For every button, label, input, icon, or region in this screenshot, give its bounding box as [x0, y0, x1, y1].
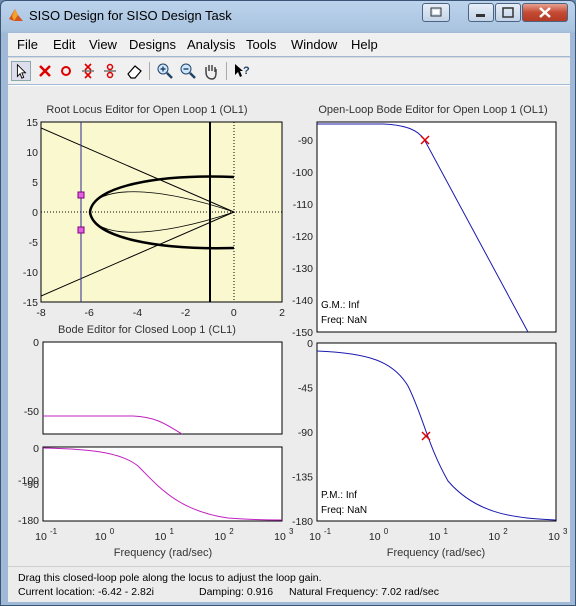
freq-tick-exponent: 2 — [229, 527, 234, 536]
x-tick-label: 0 — [231, 307, 237, 319]
title-bar: SISO Design for SISO Design Task — [1, 1, 575, 31]
main-window: SISO Design for SISO Design Task File Ed… — [0, 0, 576, 606]
closed-loop-pole[interactable] — [77, 191, 85, 199]
zoom-in-icon[interactable] — [155, 61, 175, 81]
add-zero-icon[interactable] — [79, 61, 99, 81]
ol-bode-title: Open-Loop Bode Editor for Open Loop 1 (O… — [318, 104, 547, 116]
add-pole-icon[interactable] — [56, 61, 76, 81]
minimize-icon[interactable] — [468, 3, 494, 22]
restore-icon[interactable] — [422, 3, 450, 22]
delete-icon[interactable] — [35, 61, 55, 81]
menu-help[interactable]: Help — [351, 37, 378, 52]
freq-tick-exponent: 3 — [563, 527, 568, 536]
x-tick-label: -2 — [181, 307, 190, 319]
freq-tick-exponent: 2 — [503, 527, 508, 536]
y-tick-label: -45 — [298, 383, 313, 395]
y-tick-label: -50 — [24, 406, 39, 418]
y-tick-label: -120 — [292, 231, 313, 243]
menu-file[interactable]: File — [17, 37, 38, 52]
y-tick-label: -130 — [292, 263, 313, 275]
freq-tick-exponent: 0 — [110, 527, 115, 536]
status-location: Current location: -6.42 - 2.82i — [18, 586, 154, 598]
cl-magnitude-axes[interactable] — [42, 341, 283, 435]
freq-tick-label: 10 — [274, 531, 286, 543]
freq-tick-label: 10 — [309, 531, 321, 543]
freq-tick-exponent: 1 — [170, 527, 175, 536]
status-hint: Drag this closed-loop pole along the loc… — [18, 572, 322, 584]
menu-view[interactable]: View — [89, 37, 117, 52]
freq-tick-label: 10 — [95, 531, 107, 543]
freq-tick-label: 10 — [35, 531, 47, 543]
y-tick-label: 10 — [26, 147, 38, 159]
status-natural-frequency: Natural Frequency: 7.02 rad/sec — [289, 586, 439, 598]
y-tick-label: -180 — [18, 515, 39, 527]
close-icon[interactable] — [522, 3, 568, 22]
menu-edit[interactable]: Edit — [53, 37, 75, 52]
y-tick-label: -110 — [293, 199, 313, 211]
phase-margin-freq: Freq: NaN — [321, 505, 367, 516]
cl-freq-label: Frequency (rad/sec) — [114, 547, 212, 559]
x-tick-label: 2 — [279, 307, 285, 319]
editor-plots: Root Locus Editor for Open Loop 1 (OL1) … — [18, 104, 568, 559]
y-tick-label: 0 — [33, 337, 39, 349]
freq-tick-exponent: 1 — [444, 527, 449, 536]
freq-tick-exponent: 0 — [384, 527, 389, 536]
freq-tick-exponent: -1 — [324, 527, 332, 536]
matlab-icon — [9, 9, 23, 21]
y-tick-label: 0 — [33, 443, 39, 455]
plot-area: Root Locus Editor for Open Loop 1 (OL1) … — [8, 85, 570, 566]
freq-tick-label: 10 — [429, 531, 441, 543]
y-tick-label: -135 — [292, 472, 313, 484]
freq-tick-exponent: -1 — [50, 527, 58, 536]
add-complex-pole-icon[interactable] — [101, 61, 121, 81]
freq-tick-exponent: 3 — [289, 527, 294, 536]
y-tick-label: 0 — [307, 338, 313, 350]
window-title: SISO Design for SISO Design Task — [29, 8, 232, 23]
menu-designs[interactable]: Designs — [129, 37, 176, 52]
zoom-out-icon[interactable] — [178, 61, 198, 81]
x-tick-label: -4 — [133, 307, 142, 319]
toolbar-separator — [149, 62, 150, 80]
y-tick-label: -5 — [29, 237, 38, 249]
eraser-icon[interactable] — [124, 61, 144, 81]
menu-analysis[interactable]: Analysis — [187, 37, 235, 52]
maximize-icon[interactable] — [495, 3, 521, 22]
status-damping: Damping: 0.916 — [199, 586, 274, 598]
freq-tick-label: 10 — [488, 531, 500, 543]
svg-text:?: ? — [243, 65, 250, 77]
root-locus-title: Root Locus Editor for Open Loop 1 (OL1) — [46, 104, 247, 116]
y-tick-label: -90 — [298, 135, 313, 147]
ol-freq-label: Frequency (rad/sec) — [387, 547, 485, 559]
pointer-icon[interactable] — [11, 61, 31, 81]
x-tick-label: -6 — [85, 307, 94, 319]
whats-this-icon[interactable]: ? — [232, 61, 252, 81]
gain-margin: G.M.: Inf — [321, 300, 360, 311]
phase-margin: P.M.: Inf — [321, 490, 357, 501]
freq-tick-label: 10 — [155, 531, 167, 543]
freq-tick-label: 10 — [214, 531, 226, 543]
closed-loop-pole[interactable] — [77, 226, 85, 234]
pan-icon[interactable] — [201, 61, 221, 81]
cl-phase-axes[interactable] — [42, 446, 283, 522]
menu-bar: File Edit View Designs Analysis Tools Wi… — [8, 33, 570, 56]
x-tick-label: -8 — [36, 307, 45, 319]
menu-tools[interactable]: Tools — [246, 37, 276, 52]
status-bar: Drag this closed-loop pole along the loc… — [8, 566, 570, 602]
toolbar-separator — [226, 62, 227, 80]
freq-tick-label: 10 — [548, 531, 560, 543]
y-tick-label: -90 — [24, 479, 39, 491]
y-tick-label: -180 — [292, 516, 313, 528]
gain-margin-freq: Freq: NaN — [321, 315, 367, 326]
y-tick-label: -90 — [298, 427, 313, 439]
toolbar: ? — [8, 57, 570, 84]
y-tick-label: 15 — [26, 117, 38, 129]
y-tick-label: 5 — [32, 177, 38, 189]
y-tick-label: 0 — [32, 207, 38, 219]
y-tick-label: -140 — [292, 295, 313, 307]
menu-window[interactable]: Window — [291, 37, 337, 52]
y-tick-label: -10 — [23, 267, 38, 279]
y-tick-label: -100 — [292, 167, 313, 179]
freq-tick-label: 10 — [369, 531, 381, 543]
cl-bode-title: Bode Editor for Closed Loop 1 (CL1) — [58, 324, 236, 336]
